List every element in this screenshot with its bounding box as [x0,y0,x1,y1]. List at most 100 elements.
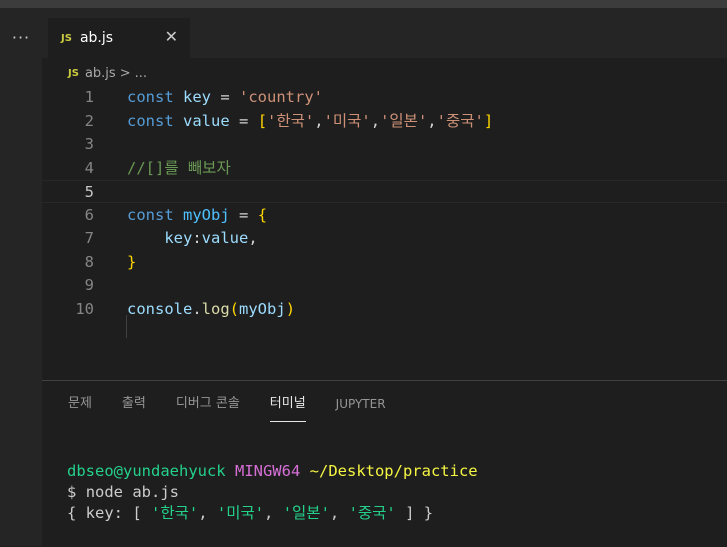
editor-tab-ab-js[interactable]: JS ab.js ✕ [48,18,190,58]
javascript-file-icon: JS [61,32,72,44]
code-line[interactable]: 4 //[]를 빼보자 [42,157,727,180]
line-number: 2 [84,111,94,130]
code-token: value [183,111,230,130]
code-token: , [314,111,324,130]
code-token: ] [483,111,494,130]
code-line[interactable]: 6 const myObj = { [42,204,727,227]
code-token: , [248,229,258,247]
code-token: . [192,299,202,318]
code-token: const [127,88,174,106]
code-token: { [257,205,268,224]
code-token: : [192,229,202,247]
code-token: '일본' [380,111,428,130]
terminal-token: , [198,504,217,522]
code-token: ( [229,299,240,318]
code-token: value [201,229,249,247]
code-token: key [164,229,193,247]
code-token: } [127,252,137,271]
code-line[interactable]: 3 [42,133,727,156]
code-text: //[]를 빼보자 [127,157,231,180]
terminal-token: '일본' [282,504,330,522]
code-token: '중국' [436,111,484,130]
code-token: = [229,111,258,130]
breadcrumb-more[interactable]: ... [135,66,147,81]
panel-tab-0[interactable]: 문제 [68,395,92,421]
code-line[interactable]: 5 [42,180,727,203]
code-editor[interactable]: 1 const key = 'country' 2 const value = ['한… [42,86,727,380]
terminal-token: ] } [395,504,434,522]
terminal-token: '중국' [348,504,396,522]
code-token: const [127,111,174,130]
panel-tab-3[interactable]: 터미널 [269,395,306,422]
terminal-env: MINGW64 [234,462,301,480]
code-line[interactable]: 2 const value = ['한국','미국','일본','중국'] [42,110,727,133]
code-token: 'country' [239,88,324,106]
line-number: 7 [84,229,94,247]
line-number: 10 [75,299,94,318]
terminal-token: { key: [ [67,504,151,522]
line-number: 3 [84,135,94,153]
javascript-file-icon: JS [68,67,79,79]
code-token: '미국' [323,111,371,130]
terminal-user: dbseo@yundaehyuck [67,462,226,480]
code-text: key:value, [127,227,258,250]
line-number: 8 [84,252,94,271]
code-token: ) [285,299,296,318]
code-text: } [127,251,136,274]
code-line[interactable]: 7 key:value, [42,227,727,250]
bottom-panel: 문제 출력 디버그 콘솔 터미널 JUPYTER dbseo@yundaehyuck M… [42,380,727,547]
terminal-path: ~/Desktop/practice [309,462,478,480]
terminal-token: '미국' [216,504,265,522]
line-number: 5 [84,183,94,201]
code-line[interactable]: 9 [42,274,727,297]
activity-bar: ··· [0,8,42,546]
terminal-prompt: $ [67,483,77,501]
code-token: = [229,205,258,224]
line-number: 6 [84,205,94,224]
code-token: , [427,111,437,130]
code-token: key [183,88,212,106]
panel-tab-2[interactable]: 디버그 콘솔 [176,395,240,421]
tab-label: ab.js [79,30,114,46]
code-text: const value = ['한국','미국','일본','중국'] [127,110,493,133]
code-token: //[]를 빼보자 [127,158,231,177]
code-token: myObj [239,299,286,318]
chevron-right-icon: > [119,65,131,81]
code-token: [ [257,111,268,130]
terminal-output[interactable]: dbseo@yundaehyuck MINGW64 ~/Desktop/prac… [67,461,478,524]
editor-tab-strip: JS ab.js ✕ [42,8,727,58]
code-token: '한국' [267,111,315,130]
terminal-token: , [329,504,349,522]
terminal-token: '한국' [151,504,199,522]
code-token: = [211,88,240,106]
code-text: console.log(myObj) [127,298,295,321]
code-token: const [127,205,174,224]
panel-tab-1[interactable]: 출력 [122,395,146,421]
code-token: log [201,299,230,318]
code-token: myObj [183,205,230,224]
code-text: const key = 'country' [127,86,323,109]
terminal-token: , [264,504,283,522]
panel-tab-4[interactable]: JUPYTER [336,395,386,421]
terminal-result: { key: [ '한국', '미국', '일본', '중국' ] } [67,504,433,522]
code-line[interactable]: 1 const key = 'country' [42,86,727,109]
more-actions-icon[interactable]: ··· [0,30,42,46]
line-number: 9 [84,276,94,294]
title-bar [0,0,727,8]
close-icon[interactable]: ✕ [165,28,178,46]
code-token: , [370,111,381,130]
code-token: console [127,299,193,318]
panel-tabs: 문제 출력 디버그 콘솔 터미널 JUPYTER [68,395,416,422]
code-line[interactable]: 10 console.log(myObj) [42,298,727,321]
line-number: 1 [84,88,94,106]
code-text: const myObj = { [127,204,267,227]
terminal-command: node ab.js [85,483,180,501]
code-line[interactable]: 8} [42,251,727,274]
breadcrumb-file[interactable]: ab.js [85,66,116,81]
breadcrumb: JS ab.js > ... [68,63,147,83]
line-number: 4 [84,158,94,177]
